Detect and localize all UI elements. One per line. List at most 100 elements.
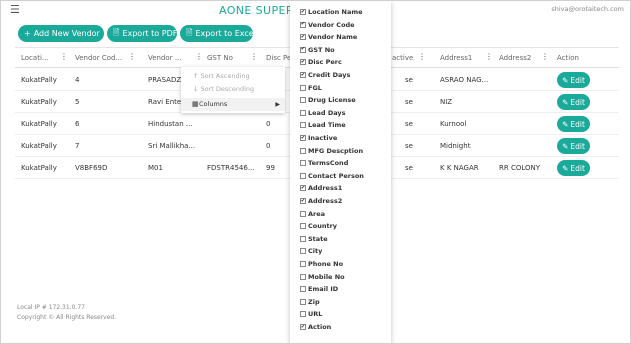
export-excel-button[interactable]: 🗎 Export to Excel bbox=[180, 25, 256, 42]
column-option[interactable]: Email ID bbox=[300, 283, 338, 295]
checkbox-checked[interactable]: ✔ bbox=[300, 72, 306, 78]
column-menu-icon[interactable]: ⋮ bbox=[541, 53, 549, 61]
export-pdf-button[interactable]: 🗎 Export to PDF bbox=[107, 25, 177, 42]
column-header-gst-no[interactable]: GST No ⋮ bbox=[207, 48, 261, 68]
cell-gst-no: FDSTR4546... bbox=[207, 164, 255, 172]
checkbox-unchecked[interactable] bbox=[300, 286, 306, 293]
chevron-right-icon: ▶ bbox=[275, 101, 280, 108]
checkbox-unchecked[interactable] bbox=[300, 261, 306, 267]
column-option[interactable]: ✔ Credit Days bbox=[300, 69, 350, 81]
column-option[interactable]: Mobile No bbox=[300, 271, 345, 283]
sort-descending-icon: ↓ bbox=[193, 85, 199, 93]
column-option[interactable]: Drug License bbox=[300, 94, 356, 106]
column-option[interactable]: State bbox=[300, 233, 328, 245]
column-option[interactable]: URL bbox=[300, 308, 322, 320]
checkbox-checked[interactable]: ✔ bbox=[300, 21, 306, 28]
checkbox-unchecked[interactable] bbox=[300, 223, 306, 230]
column-option[interactable]: ✔ Disc Perc bbox=[300, 56, 342, 68]
checkbox-checked[interactable]: ✔ bbox=[300, 198, 306, 204]
column-option[interactable]: ✔ Address1 bbox=[300, 182, 342, 194]
user-email[interactable]: shiva@orotaitech.com bbox=[551, 5, 624, 13]
menu-item-sort-descending[interactable]: ↓ Sort Descending bbox=[181, 83, 285, 96]
checkbox-unchecked[interactable] bbox=[300, 248, 306, 255]
cell-address2: RR COLONY bbox=[499, 164, 541, 172]
checkbox-unchecked[interactable] bbox=[300, 160, 306, 167]
checkbox-checked[interactable]: ✔ bbox=[300, 324, 306, 330]
checkbox-checked[interactable]: ✔ bbox=[300, 46, 306, 53]
column-header-inactive[interactable]: active ⋮ bbox=[392, 48, 432, 68]
column-menu-icon[interactable]: ⋮ bbox=[250, 53, 258, 61]
column-option-label: Vendor Code bbox=[308, 20, 355, 29]
checkbox-unchecked[interactable] bbox=[300, 298, 306, 305]
column-option[interactable]: ✔ Vendor Name bbox=[300, 31, 357, 43]
column-chooser-panel: ✔ Location Name ✔ Vendor Code ✔ Vendor Name ✔ G… bbox=[290, 1, 391, 343]
column-option-label: Lead Days bbox=[308, 108, 346, 117]
column-option[interactable]: Phone No bbox=[300, 258, 343, 270]
column-option[interactable]: ✔ Action bbox=[300, 321, 331, 333]
column-option[interactable]: ✔ Vendor Code bbox=[300, 19, 355, 31]
column-option[interactable]: TermsCond bbox=[300, 157, 348, 169]
column-header-address1[interactable]: Address1 ⋮ bbox=[440, 48, 496, 68]
column-header-disc-perc[interactable]: Disc Pe bbox=[266, 48, 290, 68]
add-vendor-button[interactable]: + Add New Vendor bbox=[18, 25, 104, 42]
checkbox-unchecked[interactable] bbox=[300, 109, 306, 116]
menu-item-label: Columns bbox=[199, 100, 228, 108]
checkbox-checked[interactable]: ✔ bbox=[300, 34, 306, 41]
column-option-label: FGL bbox=[308, 83, 322, 92]
cell-address2 bbox=[499, 113, 552, 135]
column-option[interactable]: ✔ Address2 bbox=[300, 195, 342, 207]
edit-button[interactable]: ✎ Edit bbox=[557, 116, 590, 132]
column-menu-icon[interactable]: ⋮ bbox=[485, 53, 493, 61]
column-option[interactable]: Area bbox=[300, 208, 325, 220]
edit-button[interactable]: ✎ Edit bbox=[557, 72, 590, 88]
checkbox-unchecked[interactable] bbox=[300, 172, 306, 179]
column-option[interactable]: Lead Days bbox=[300, 107, 346, 119]
column-option[interactable]: MFG Descption bbox=[300, 145, 363, 157]
column-menu-icon[interactable]: ⋮ bbox=[60, 53, 68, 61]
column-option-label: Mobile No bbox=[308, 272, 345, 281]
column-option[interactable]: Lead Time bbox=[300, 119, 346, 131]
edit-button[interactable]: ✎ Edit bbox=[557, 94, 590, 110]
checkbox-unchecked[interactable] bbox=[300, 97, 306, 104]
checkbox-unchecked[interactable] bbox=[300, 235, 306, 242]
edit-button[interactable]: ✎ Edit bbox=[557, 160, 590, 176]
checkbox-unchecked[interactable] bbox=[300, 122, 306, 129]
column-option[interactable]: ✔ Inactive bbox=[300, 132, 337, 144]
menu-item-sort-ascending[interactable]: ↑ Sort Ascending bbox=[181, 70, 285, 83]
column-header-vendor-name[interactable]: Vendor ... ⋮ bbox=[148, 48, 206, 68]
column-option-label: Drug License bbox=[308, 96, 356, 105]
column-option[interactable]: Contact Person bbox=[300, 170, 364, 182]
column-option[interactable]: FGL bbox=[300, 82, 322, 94]
cell-address1: Kurnool bbox=[440, 120, 467, 128]
checkbox-unchecked[interactable] bbox=[300, 84, 306, 91]
cell-vendor-code: 6 bbox=[75, 120, 80, 128]
column-option[interactable]: Country bbox=[300, 220, 337, 232]
menu-item-label: Sort Descending bbox=[200, 85, 255, 93]
export-excel-label: Export to Excel bbox=[195, 29, 256, 38]
checkbox-unchecked[interactable] bbox=[300, 210, 306, 217]
column-option[interactable]: Zip bbox=[300, 296, 320, 308]
checkbox-checked[interactable]: ✔ bbox=[300, 135, 306, 141]
cell-inactive: se bbox=[405, 142, 413, 150]
checkbox-checked[interactable]: ✔ bbox=[300, 59, 306, 66]
checkbox-checked[interactable]: ✔ bbox=[300, 185, 306, 192]
column-option[interactable]: ✔ Location Name bbox=[300, 6, 363, 18]
column-option[interactable]: City bbox=[300, 245, 322, 257]
cell-vendor-code: 7 bbox=[75, 142, 80, 150]
column-header-location[interactable]: Locati... ⋮ bbox=[21, 48, 71, 68]
checkbox-unchecked[interactable] bbox=[300, 311, 306, 318]
column-context-menu: ↑ Sort Ascending ↓ Sort Descending ▦ Col… bbox=[181, 67, 285, 113]
column-menu-icon[interactable]: ⋮ bbox=[418, 53, 426, 61]
checkbox-unchecked[interactable] bbox=[300, 147, 306, 154]
checkbox-unchecked[interactable] bbox=[300, 273, 306, 280]
menu-item-columns[interactable]: ▦ Columns ▶ bbox=[181, 98, 285, 111]
checkbox-checked[interactable]: ✔ bbox=[300, 9, 306, 15]
hamburger-icon[interactable]: ☰ bbox=[10, 4, 20, 16]
column-header-vendor-code[interactable]: Vendor Cod... ⋮ bbox=[75, 48, 139, 68]
column-header-address2[interactable]: Address2 ⋮ bbox=[499, 48, 552, 68]
column-menu-icon[interactable]: ⋮ bbox=[195, 53, 203, 61]
column-option[interactable]: ✔ GST No bbox=[300, 44, 335, 56]
cell-disc-perc: 99 bbox=[266, 164, 275, 172]
edit-button[interactable]: ✎ Edit bbox=[557, 138, 590, 154]
column-menu-icon[interactable]: ⋮ bbox=[128, 53, 136, 61]
